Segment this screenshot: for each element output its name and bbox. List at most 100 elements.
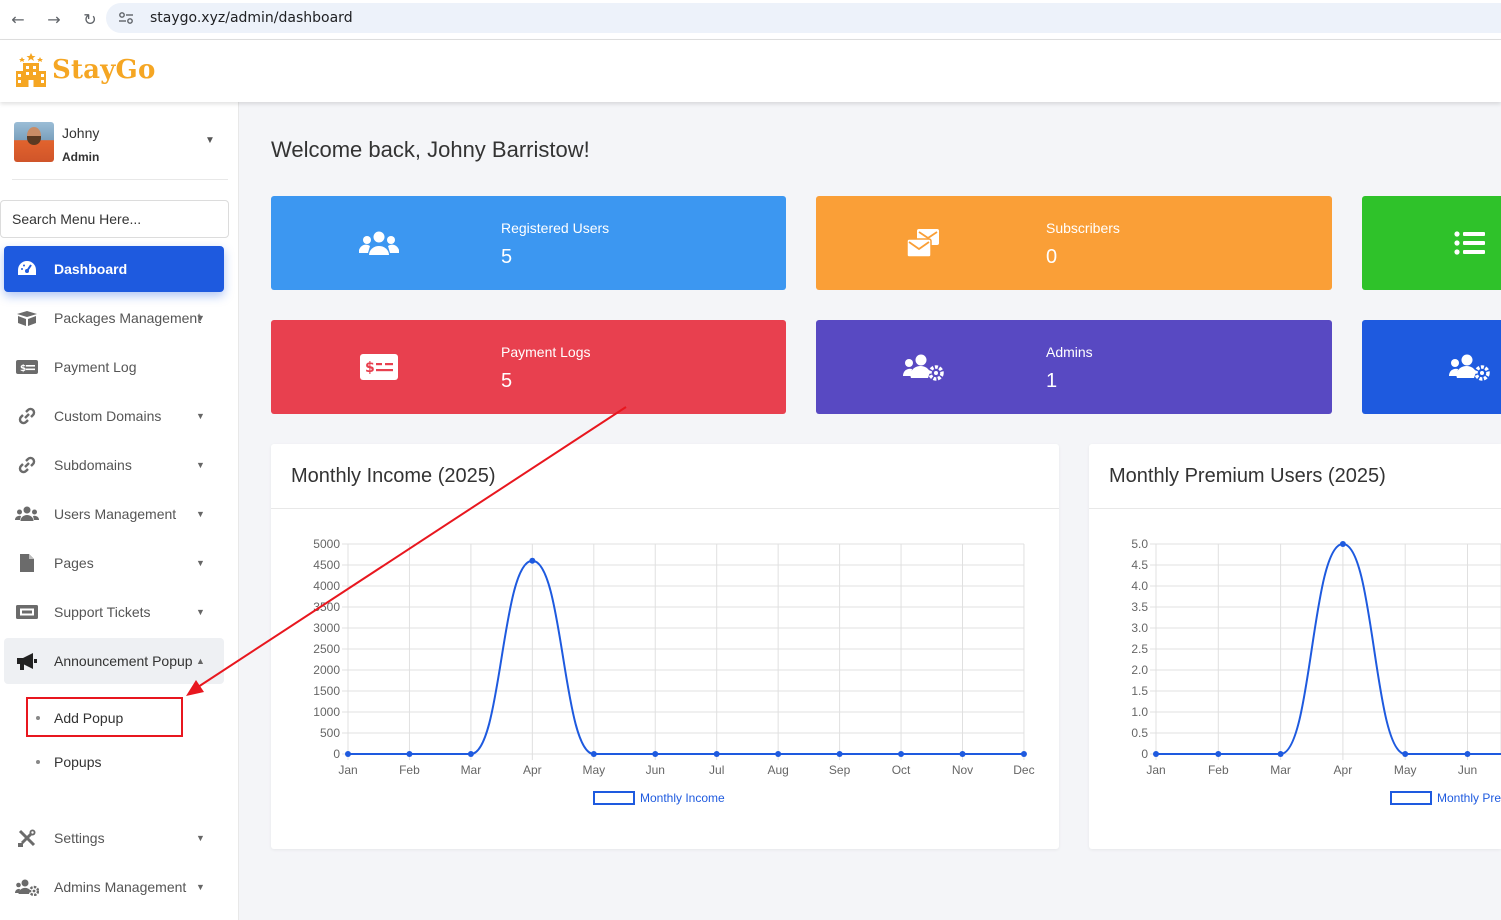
file-icon	[14, 553, 40, 573]
users-cog-icon	[1448, 348, 1492, 386]
sidebar-item-pages[interactable]: Pages ▼	[4, 540, 224, 586]
sidebar-item-label: Announcement Popup	[54, 653, 193, 669]
site-settings-icon[interactable]	[118, 10, 134, 26]
sidebar: Johny Admin ▼ Dashboard Packages Managem…	[0, 102, 239, 920]
y-tick-label: 3500	[313, 600, 340, 614]
list-icon	[1448, 224, 1492, 262]
stat-card-subscribers[interactable]: Subscribers 0	[816, 196, 1332, 290]
data-point	[406, 751, 413, 757]
user-menu[interactable]: Johny Admin ▼	[12, 120, 228, 180]
y-tick-label: 3.5	[1131, 600, 1148, 614]
ticket-icon	[14, 604, 40, 620]
data-point	[1402, 751, 1409, 757]
x-tick-label: Aug	[767, 763, 788, 777]
stat-label: Payment Logs	[501, 344, 591, 360]
y-tick-label: 0	[333, 747, 340, 761]
user-name: Johny	[62, 125, 100, 141]
sidebar-item-settings[interactable]: Settings ▼	[4, 815, 224, 861]
y-tick-label: 1.0	[1131, 705, 1148, 719]
data-point	[1153, 751, 1159, 757]
stat-card-registered-users[interactable]: Registered Users 5	[271, 196, 786, 290]
sidebar-item-custom-domains[interactable]: Custom Domains ▼	[4, 393, 224, 439]
sidebar-item-label: Packages Management	[54, 310, 202, 326]
sidebar-item-label: Pages	[54, 555, 94, 571]
y-tick-label: 2000	[313, 663, 340, 677]
sidebar-item-label: Support Tickets	[54, 604, 151, 620]
caret-down-icon[interactable]: ▼	[205, 135, 215, 146]
url-text[interactable]: staygo.xyz/admin/dashboard	[150, 10, 353, 26]
stat-value: 5	[501, 370, 513, 392]
chart-card-monthly-premium-users: Monthly Premium Users (2025) 0 0.5 1.0 1.5 2…	[1089, 444, 1501, 849]
search-menu-input[interactable]	[0, 200, 229, 238]
stat-label: Admins	[1046, 344, 1093, 360]
x-tick-label: Feb	[399, 763, 420, 777]
stat-label: Subscribers	[1046, 220, 1120, 236]
legend-label[interactable]: Monthly Income	[640, 791, 725, 805]
link-icon	[14, 406, 40, 426]
sidebar-item-dashboard[interactable]: Dashboard	[4, 246, 224, 292]
data-point	[1339, 541, 1346, 547]
svg-text:$: $	[20, 364, 26, 374]
monthly-premium-users-chart: 0 0.5 1.0 1.5 2.0 2.5 3.0 3.5 4.0 4.5 5.0 Jan Feb Mar…	[1131, 537, 1501, 805]
stat-card-admins-management[interactable]	[1362, 320, 1501, 414]
data-point	[836, 751, 843, 757]
y-tick-label: 0.5	[1131, 726, 1148, 740]
caret-down-icon: ▼	[196, 607, 205, 617]
stat-card-list[interactable]	[1362, 196, 1501, 290]
sidebar-item-subdomains[interactable]: Subdomains ▼	[4, 442, 224, 488]
y-tick-label: 3.0	[1131, 621, 1148, 635]
sidebar-item-label: Payment Log	[54, 359, 137, 375]
stat-card-admins[interactable]: Admins 1	[816, 320, 1332, 414]
x-tick-label: Apr	[523, 763, 542, 777]
money-check-icon: $	[357, 348, 401, 386]
y-tick-label: 2.0	[1131, 663, 1148, 677]
brand-logo[interactable]: StayGo	[14, 52, 156, 88]
data-point	[898, 751, 905, 757]
x-tick-label: May	[582, 763, 605, 777]
stat-card-payment-logs[interactable]: $ Payment Logs 5	[271, 320, 786, 414]
page-title: Welcome back, Johny Barristow!	[271, 137, 590, 162]
data-point	[713, 751, 720, 757]
users-cog-icon	[14, 878, 40, 896]
y-tick-label: 0	[1141, 747, 1148, 761]
sidebar-item-support-tickets[interactable]: Support Tickets ▼	[4, 589, 224, 635]
x-tick-label: Jan	[338, 763, 357, 777]
x-tick-label: Mar	[461, 763, 482, 777]
y-tick-label: 4.0	[1131, 579, 1148, 593]
sidebar-item-packages-management[interactable]: Packages Management ▼	[4, 295, 224, 341]
sidebar-item-users-management[interactable]: Users Management ▼	[4, 491, 224, 537]
reload-icon[interactable]: ↻	[72, 4, 108, 36]
forward-icon[interactable]: →	[36, 4, 72, 36]
caret-down-icon: ▼	[196, 411, 205, 421]
box-icon	[14, 309, 40, 327]
address-bar[interactable]: staygo.xyz/admin/dashboard	[106, 3, 1501, 33]
x-tick-label: Jan	[1146, 763, 1165, 777]
y-tick-label: 2.5	[1131, 642, 1148, 656]
data-point	[1464, 751, 1471, 757]
caret-down-icon: ▼	[196, 313, 205, 323]
back-icon[interactable]: ←	[0, 4, 36, 36]
sidebar-item-admins-management[interactable]: Admins Management ▼	[4, 864, 224, 910]
y-tick-label: 4500	[313, 558, 340, 572]
browser-toolbar: ← → ↻ staygo.xyz/admin/dashboard	[0, 0, 1501, 40]
app-header: StayGo	[0, 40, 1501, 102]
sidebar-item-payment-log[interactable]: $ Payment Log	[4, 344, 224, 390]
x-tick-label: Jun	[1458, 763, 1477, 777]
legend-label[interactable]: Monthly Pre	[1437, 791, 1501, 805]
caret-up-icon: ▲	[196, 656, 205, 666]
y-tick-label: 5.0	[1131, 537, 1148, 551]
sidebar-item-label: Users Management	[54, 506, 177, 522]
y-tick-label: 1.5	[1131, 684, 1148, 698]
y-tick-label: 5000	[313, 537, 340, 551]
data-point	[1215, 751, 1222, 757]
sidebar-item-announcement-popup[interactable]: Announcement Popup ▲	[4, 638, 224, 684]
brand-name: StayGo	[52, 55, 156, 85]
stat-value: 0	[1046, 246, 1058, 268]
users-icon	[14, 505, 40, 523]
sidebar-subitem-popups[interactable]: Popups	[36, 754, 101, 770]
sidebar-item-label: Custom Domains	[54, 408, 162, 424]
x-tick-label: Jul	[709, 763, 724, 777]
chart-card-monthly-income: Monthly Income (2025) 0 500 1000 1500 2000 25…	[271, 444, 1059, 849]
x-tick-label: Nov	[952, 763, 973, 777]
data-point	[959, 751, 966, 757]
